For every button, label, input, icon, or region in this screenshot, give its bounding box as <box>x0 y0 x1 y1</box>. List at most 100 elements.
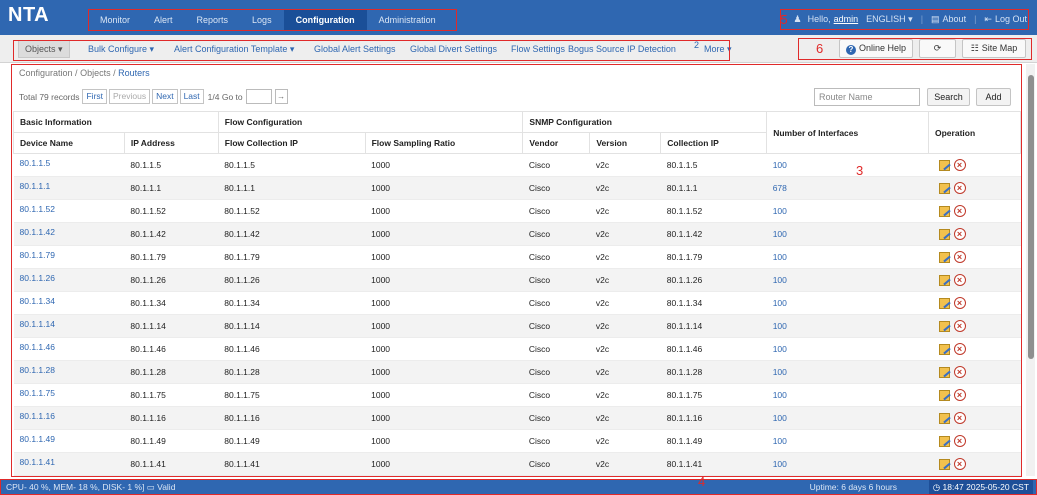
interfaces-count-link[interactable]: 100 <box>766 337 929 361</box>
header-device-name[interactable]: Device Name <box>13 132 125 154</box>
device-name-link[interactable]: 80.1.1.26 <box>13 268 125 292</box>
table-cell: 80.1.1.1 <box>218 176 366 200</box>
table-cell: 1000 <box>365 268 523 292</box>
edit-icon[interactable] <box>938 343 950 355</box>
device-name-link[interactable]: 80.1.1.5 <box>13 153 125 177</box>
table-cell: Cisco <box>522 268 590 292</box>
table-cell: 1000 <box>365 245 523 269</box>
group-snmp-configuration: SNMP Configuration <box>522 111 768 133</box>
interfaces-count-link[interactable]: 100 <box>766 406 929 430</box>
previous-page-button[interactable]: Previous <box>109 89 151 104</box>
interfaces-count-link[interactable]: 100 <box>766 314 929 338</box>
breadcrumb-configuration[interactable]: Configuration <box>19 68 73 78</box>
operation-cell: × <box>928 222 1021 246</box>
table-cell: v2c <box>589 291 661 315</box>
table-cell: Cisco <box>522 452 590 476</box>
add-button[interactable]: Add <box>976 88 1011 106</box>
interfaces-count-link[interactable]: 100 <box>766 291 929 315</box>
header-collection-ip[interactable]: Collection IP <box>660 132 768 154</box>
header-flow-collection-ip[interactable]: Flow Collection IP <box>217 132 366 154</box>
edit-icon[interactable] <box>938 205 950 217</box>
table-row: 80.1.1.46 80.1.1.46 80.1.1.46 1000 Cisco v2c 8… <box>13 337 1021 361</box>
device-name-link[interactable]: 80.1.1.49 <box>13 429 125 453</box>
interfaces-count-link[interactable]: 100 <box>766 360 929 384</box>
operation-cell: × <box>928 176 1021 200</box>
next-page-button[interactable]: Next <box>152 89 178 104</box>
online-help-button[interactable]: ? Online Help <box>839 39 913 58</box>
device-name-link[interactable]: 80.1.1.34 <box>13 291 125 315</box>
delete-icon[interactable]: × <box>953 274 966 286</box>
delete-icon[interactable]: × <box>953 297 966 309</box>
edit-icon[interactable] <box>938 435 950 447</box>
edit-icon[interactable] <box>938 458 950 470</box>
interfaces-count-link[interactable]: 678 <box>766 176 929 200</box>
table-cell: 80.1.1.1 <box>124 176 219 200</box>
delete-icon[interactable]: × <box>953 228 966 240</box>
breadcrumb-objects[interactable]: Objects <box>80 68 111 78</box>
delete-icon[interactable]: × <box>953 412 966 424</box>
device-name-link[interactable]: 80.1.1.75 <box>13 383 125 407</box>
refresh-icon: ⟳ <box>933 43 942 53</box>
header-vendor[interactable]: Vendor <box>522 132 591 154</box>
edit-icon[interactable] <box>938 389 950 401</box>
interfaces-count-link[interactable]: 100 <box>766 199 929 223</box>
router-name-search-input[interactable]: Router Name <box>814 88 920 106</box>
edit-icon[interactable] <box>938 159 950 171</box>
device-name-link[interactable]: 80.1.1.46 <box>13 337 125 361</box>
group-flow-configuration: Flow Configuration <box>217 111 524 133</box>
delete-icon[interactable]: × <box>953 320 966 332</box>
refresh-button[interactable]: ⟳ <box>919 39 956 58</box>
interfaces-count-link[interactable]: 100 <box>766 245 929 269</box>
edit-icon[interactable] <box>938 274 950 286</box>
scrollbar-thumb[interactable] <box>1028 75 1034 359</box>
table-cell: 80.1.1.52 <box>218 199 366 223</box>
interfaces-count-link[interactable]: 100 <box>766 222 929 246</box>
delete-icon[interactable]: × <box>953 251 966 263</box>
device-name-link[interactable]: 80.1.1.16 <box>13 406 125 430</box>
operation-cell: × <box>928 452 1021 476</box>
table-cell: 80.1.1.79 <box>218 245 366 269</box>
edit-icon[interactable] <box>938 320 950 332</box>
edit-icon[interactable] <box>938 228 950 240</box>
table-cell: v2c <box>589 383 661 407</box>
edit-icon[interactable] <box>938 366 950 378</box>
table-cell: v2c <box>589 406 661 430</box>
edit-icon[interactable] <box>938 297 950 309</box>
delete-icon[interactable]: × <box>953 458 966 470</box>
go-button[interactable]: → <box>274 89 288 104</box>
table-row: 80.1.1.79 80.1.1.79 80.1.1.79 1000 Cisco v2c 8… <box>13 245 1021 269</box>
interfaces-count-link[interactable]: 100 <box>766 452 929 476</box>
delete-icon[interactable]: × <box>953 389 966 401</box>
table-cell: 80.1.1.46 <box>660 337 767 361</box>
first-page-button[interactable]: First <box>82 89 108 104</box>
device-name-link[interactable]: 80.1.1.41 <box>13 452 125 476</box>
header-version[interactable]: Version <box>589 132 662 154</box>
delete-icon[interactable]: × <box>953 182 966 194</box>
delete-icon[interactable]: × <box>953 205 966 217</box>
table-cell: v2c <box>589 268 661 292</box>
header-flow-sampling-ratio[interactable]: Flow Sampling Ratio <box>364 132 524 154</box>
site-map-button[interactable]: ☷ Site Map <box>962 39 1026 58</box>
device-name-link[interactable]: 80.1.1.79 <box>13 245 125 269</box>
delete-icon[interactable]: × <box>953 159 966 171</box>
interfaces-count-link[interactable]: 100 <box>766 153 929 177</box>
device-name-link[interactable]: 80.1.1.52 <box>13 199 125 223</box>
delete-icon[interactable]: × <box>953 435 966 447</box>
device-name-link[interactable]: 80.1.1.1 <box>13 176 125 200</box>
header-ip-address[interactable]: IP Address <box>123 132 219 154</box>
interfaces-count-link[interactable]: 100 <box>766 268 929 292</box>
breadcrumb: Configuration / Objects / Routers <box>19 68 150 78</box>
device-name-link[interactable]: 80.1.1.28 <box>13 360 125 384</box>
interfaces-count-link[interactable]: 100 <box>766 429 929 453</box>
search-button[interactable]: Search <box>927 88 970 106</box>
interfaces-count-link[interactable]: 100 <box>766 383 929 407</box>
edit-icon[interactable] <box>938 251 950 263</box>
edit-icon[interactable] <box>938 182 950 194</box>
last-page-button[interactable]: Last <box>179 89 204 104</box>
device-name-link[interactable]: 80.1.1.14 <box>13 314 125 338</box>
delete-icon[interactable]: × <box>953 366 966 378</box>
edit-icon[interactable] <box>938 412 950 424</box>
page-number-input[interactable] <box>245 89 272 104</box>
device-name-link[interactable]: 80.1.1.42 <box>13 222 125 246</box>
delete-icon[interactable]: × <box>953 343 966 355</box>
